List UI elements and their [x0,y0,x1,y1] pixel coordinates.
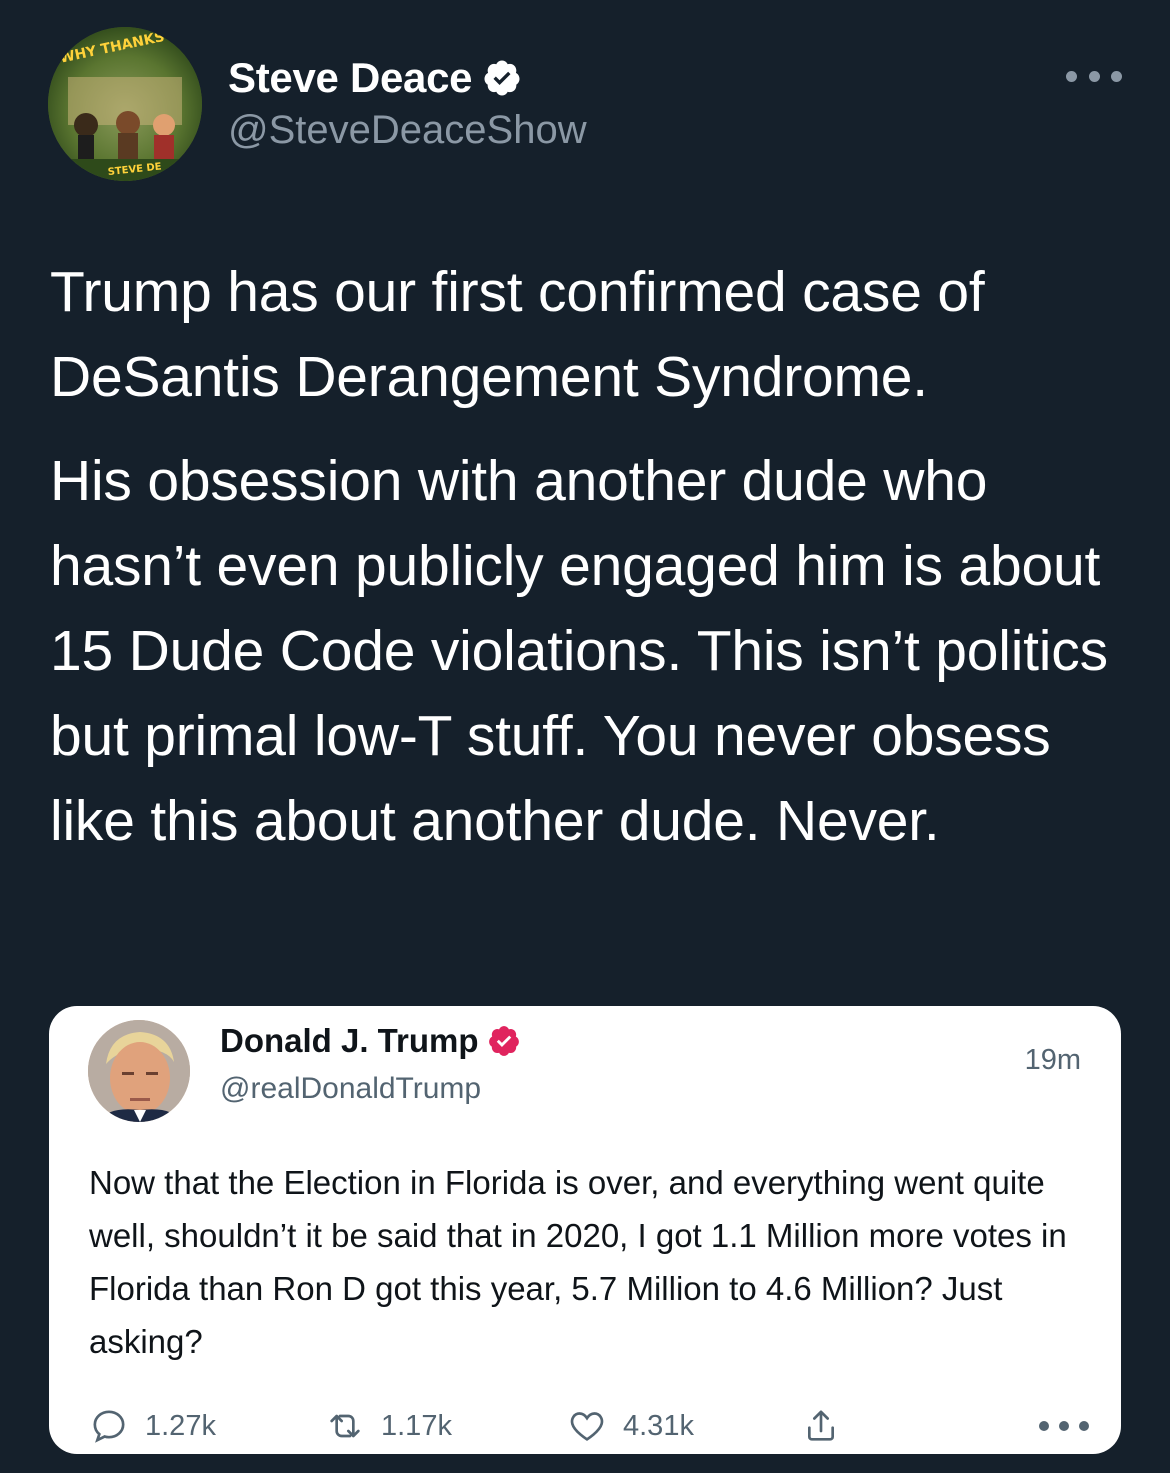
quoted-author-handle[interactable]: @realDonaldTrump [220,1072,481,1106]
like-button[interactable]: 4.31k [567,1404,694,1448]
retweet-button[interactable]: 1.17k [325,1404,452,1448]
quoted-action-bar: 1.27k 1.17k 4.31k [89,1404,1089,1448]
heart-icon [570,1412,604,1441]
reply-count: 1.27k [145,1409,216,1442]
verified-badge-icon [482,58,522,98]
quoted-tweet-text: Now that the Election in Florida is over… [89,1164,1067,1360]
author-handle[interactable]: @SteveDeaceShow [228,108,587,153]
author-avatar[interactable]: WHY THANKSGIVING STEVE DE [48,27,202,181]
quoted-avatar-image [88,1020,190,1122]
reply-button[interactable]: 1.27k [89,1404,216,1448]
quoted-more-icon[interactable] [1039,1414,1089,1438]
tweet-body: Trump has our first confirmed case of De… [50,250,1140,864]
quoted-tweet-card[interactable]: Donald J. Trump @realDonaldTrump 19m Now… [49,1006,1121,1454]
author-name-row: Steve Deace [228,52,522,104]
like-count: 4.31k [623,1409,694,1442]
quoted-author-name[interactable]: Donald J. Trump [220,1022,479,1060]
quoted-author-name-row: Donald J. Trump [220,1020,521,1062]
more-horizontal-icon[interactable] [1066,58,1122,94]
avatar-image: WHY THANKSGIVING STEVE DE [48,27,202,181]
share-button[interactable] [801,1404,857,1448]
tweet: WHY THANKSGIVING STEVE DE Steve Deace @S… [0,0,1170,1473]
author-name[interactable]: Steve Deace [228,54,473,102]
quoted-author-avatar[interactable] [88,1020,190,1122]
retweet-count: 1.17k [381,1409,452,1442]
share-icon [808,1410,834,1441]
reply-icon [93,1410,125,1443]
retweet-icon [330,1414,360,1438]
tweet-paragraph: His obsession with another dude who hasn… [50,449,1108,853]
quoted-verified-badge-icon [487,1024,521,1058]
tweet-paragraph: Trump has our first confirmed case of De… [50,260,985,409]
quoted-timestamp[interactable]: 19m [1025,1044,1081,1077]
